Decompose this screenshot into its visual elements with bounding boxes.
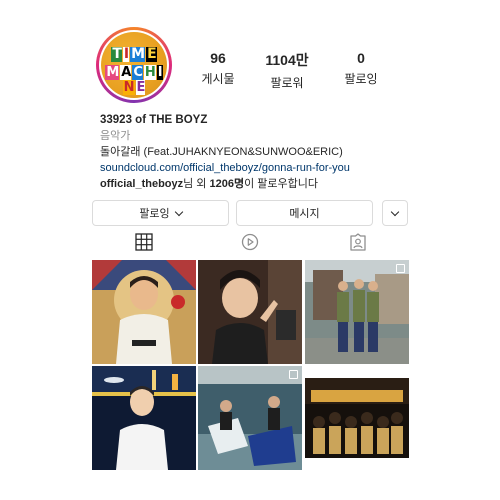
avatar-frame: TIME M A C H IN E [99,30,169,100]
stat-followers-label: 팔로워 [270,76,304,90]
followed-by-user: official_theboyz [100,178,184,190]
stat-following[interactable]: 0 팔로잉 [326,50,396,87]
post-thumbnail[interactable] [305,260,409,364]
profile-avatar[interactable]: TIME M A C H IN E [96,27,172,103]
tab-tagged[interactable] [348,232,368,252]
avatar-image: TIME M A C H IN E [101,32,167,98]
suggested-accounts-button[interactable] [382,200,408,226]
tagged-icon [350,233,366,251]
reels-icon [241,233,259,251]
category-label: 음악가 [100,130,131,142]
post-image [305,260,409,364]
followed-by-text[interactable]: official_theboyz님 외 1206명이 팔로우합니다 [100,176,420,192]
post-image [305,378,409,458]
display-name: 33923 of THE BOYZ [100,114,208,126]
post-thumbnail[interactable] [198,260,302,364]
followed-by-suffix-1: 님 외 [183,178,210,190]
post-image [198,260,302,364]
stat-posts[interactable]: 96 게시물 [183,50,253,87]
post-image [92,260,196,364]
post-thumbnail[interactable] [305,378,409,458]
grid-icon [135,233,153,251]
tab-posts[interactable] [134,232,154,252]
multiple-photos-icon [289,370,298,379]
stat-following-label: 팔로잉 [344,72,378,86]
stat-posts-label: 게시물 [201,72,235,86]
followed-by-suffix-2: 이 팔로우합니다 [244,178,318,190]
post-image [92,366,196,470]
post-image [198,366,302,470]
tab-reels[interactable] [240,232,260,252]
post-thumbnail[interactable] [92,260,196,364]
chevron-down-icon [174,207,183,216]
message-button[interactable]: 메시지 [236,200,373,226]
avatar-logo-line-1: TIME [111,46,157,62]
profile-stats: 96 게시물 1104만 팔로워 0 팔로잉 [196,50,396,90]
post-thumbnail[interactable] [198,366,302,470]
following-button-label: 팔로잉 [139,208,170,220]
stat-followers-count: 1104만 [265,52,309,68]
avatar-logo-line-2: M A C H IN E [105,65,163,95]
stat-following-count: 0 [357,50,365,66]
bio-text: 돌아갈래 (Feat.JUHAKNYEON&SUNWOO&ERIC) [100,146,343,158]
bio-link[interactable]: soundcloud.com/official_theboyz/gonna-ru… [100,160,420,176]
stat-followers[interactable]: 1104만 팔로워 [252,50,322,91]
profile-tabs [92,232,408,256]
chevron-down-icon [390,207,400,216]
post-thumbnail[interactable] [92,366,196,470]
message-button-label: 메시지 [289,208,320,220]
stat-posts-count: 96 [210,50,226,66]
followed-by-count: 1206명 [209,178,245,190]
following-button[interactable]: 팔로잉 [92,200,229,226]
multiple-photos-icon [396,264,405,273]
profile-bio: 33923 of THE BOYZ 음악가 돌아갈래 (Feat.JUHAKNY… [100,112,420,192]
